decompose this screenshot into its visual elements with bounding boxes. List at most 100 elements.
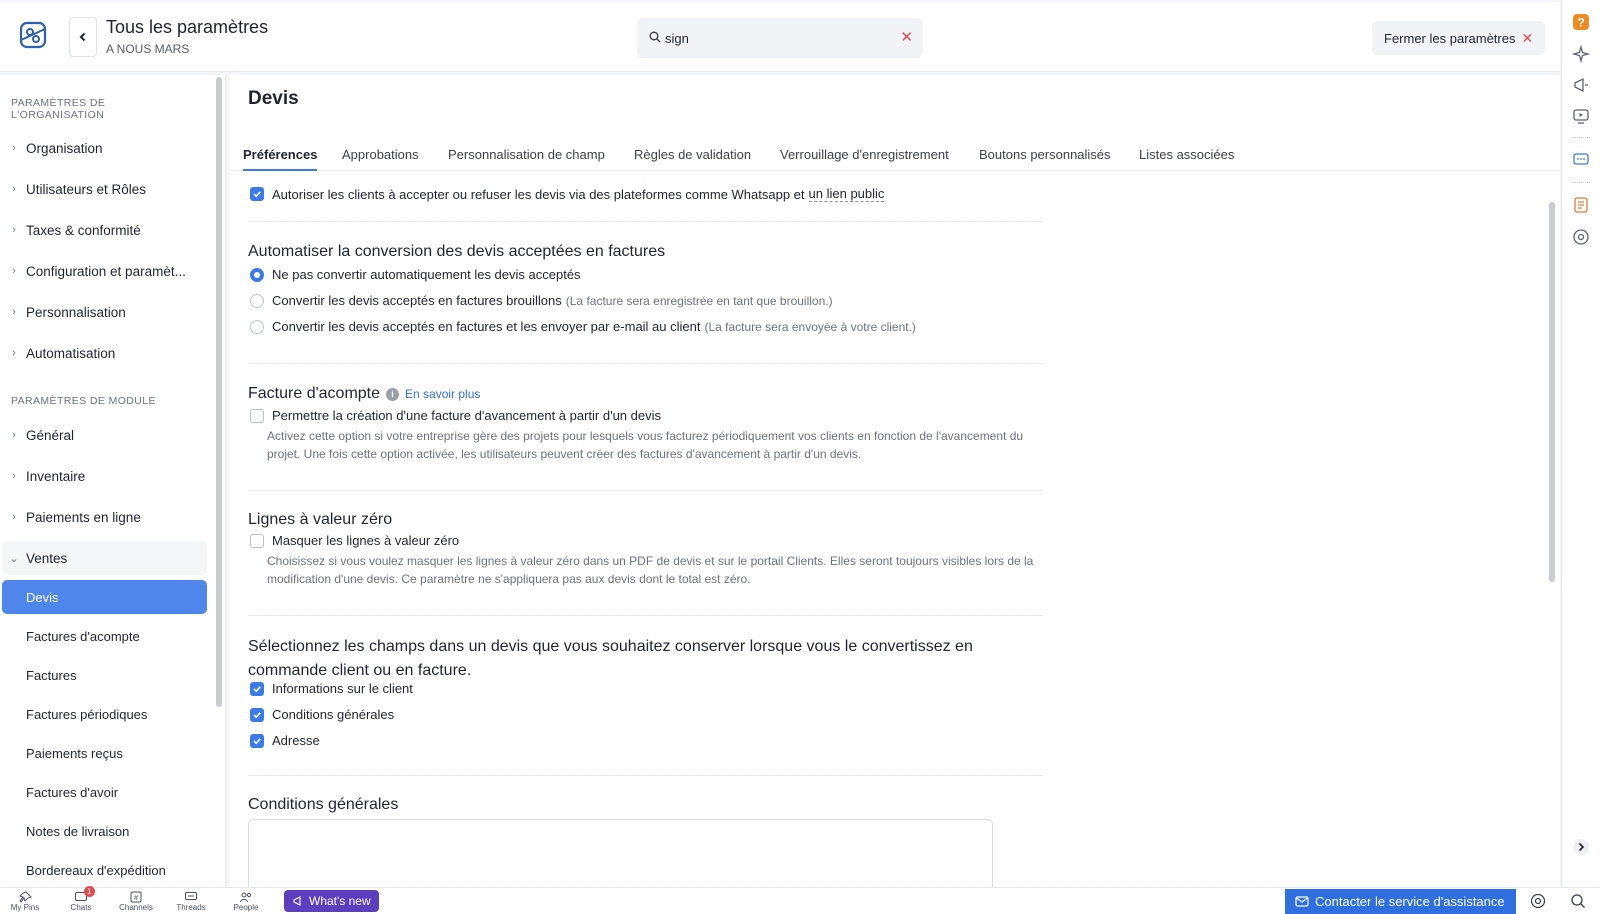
- expand-rail-icon[interactable]: [1572, 838, 1590, 856]
- sidebar-item-organisation[interactable]: › Organisation: [2, 131, 207, 165]
- sidebar-item-general[interactable]: › Général: [2, 418, 207, 452]
- megaphone-icon[interactable]: [1572, 76, 1590, 94]
- checkbox-checked[interactable]: [250, 733, 264, 748]
- info-icon[interactable]: i: [386, 387, 400, 401]
- mention-icon[interactable]: [1530, 893, 1546, 909]
- bottom-item-chats[interactable]: Chats 1: [61, 886, 101, 912]
- video-tutorial-icon[interactable]: [1572, 107, 1590, 125]
- bottom-item-channels[interactable]: # Channels: [116, 891, 156, 912]
- auto-convert-option-none[interactable]: Ne pas convertir automatiquement les dev…: [250, 267, 581, 282]
- main-scrollbar[interactable]: [1549, 202, 1555, 582]
- chevron-right-icon: ›: [12, 224, 16, 236]
- sidebar-item-sales[interactable]: ⌄ Ventes: [2, 541, 207, 575]
- search-icon[interactable]: [1570, 893, 1586, 909]
- sidebar-subitem-payments-received[interactable]: Paiements reçus: [2, 736, 207, 770]
- settings-header: Tous les paramètres A NOUS MARS ✕ Fermer…: [0, 2, 1560, 72]
- terms-textarea[interactable]: [248, 819, 993, 887]
- divider: [248, 775, 1043, 776]
- auto-convert-option-draft[interactable]: Convertir les devis acceptés en factures…: [250, 293, 833, 308]
- bottom-item-my-pins[interactable]: My Pins: [5, 891, 45, 912]
- sidebar-item-label: Organisation: [26, 140, 103, 156]
- tab-approvals[interactable]: Approbations: [342, 139, 419, 171]
- sidebar-subitem-credit-notes[interactable]: Factures d'avoir: [2, 775, 207, 809]
- search-input[interactable]: [665, 28, 885, 48]
- public-link[interactable]: un lien public: [808, 186, 885, 202]
- option-label: Conditions générales: [272, 707, 395, 722]
- radio-unselected[interactable]: [250, 293, 264, 308]
- option-label: Ne pas convertir automatiquement les dev…: [272, 267, 581, 282]
- checkmark-icon: [253, 191, 261, 198]
- clear-search-icon[interactable]: ✕: [900, 30, 913, 45]
- help-icon[interactable]: ?: [1572, 13, 1590, 31]
- back-button[interactable]: [69, 17, 97, 57]
- chevron-right-icon: ›: [12, 470, 16, 482]
- sidebar-item-inventory[interactable]: › Inventaire: [2, 459, 207, 493]
- sidebar-subitem-advance-invoices[interactable]: Factures d'acompte: [2, 619, 207, 653]
- sidebar-subitem-packing-slips[interactable]: Bordereaux d'expédition: [2, 853, 207, 887]
- contact-support-label: Contacter le service d'assistance: [1315, 894, 1505, 909]
- hide-zero-lines-checkbox[interactable]: [250, 533, 264, 548]
- auto-convert-option-send[interactable]: Convertir les devis acceptés en factures…: [250, 319, 916, 334]
- tab-related-lists[interactable]: Listes associées: [1139, 139, 1234, 171]
- bottom-item-threads[interactable]: Threads: [171, 891, 211, 912]
- tab-field-customization[interactable]: Personnalisation de champ: [448, 139, 605, 171]
- allow-clients-option[interactable]: Autoriser les clients à accepter ou refu…: [250, 186, 885, 202]
- page-title: Tous les paramètres: [106, 17, 269, 37]
- sidebar-item-users-roles[interactable]: › Utilisateurs et Rôles: [2, 172, 207, 206]
- sidebar-item-personalisation[interactable]: › Personnalisation: [2, 295, 207, 329]
- sidebar-item-label: Ventes: [26, 550, 68, 566]
- learn-more-link[interactable]: En savoir plus: [405, 387, 480, 401]
- sparkle-icon[interactable]: [1572, 45, 1590, 63]
- sidebar-item-automation[interactable]: › Automatisation: [2, 336, 207, 370]
- retain-field-address[interactable]: Adresse: [250, 733, 320, 748]
- notes-icon[interactable]: [1572, 196, 1590, 214]
- close-settings-button[interactable]: Fermer les paramètres ✕: [1372, 21, 1546, 55]
- integrations-icon[interactable]: [1572, 228, 1590, 246]
- app-logo-icon: [19, 21, 47, 49]
- feedback-chat-icon[interactable]: [1572, 151, 1590, 169]
- bottom-item-people[interactable]: People: [226, 891, 266, 912]
- sidebar-subitem-delivery-notes[interactable]: Notes de livraison: [2, 814, 207, 848]
- bottom-bar: My Pins Chats 1 # Channels Threads Peopl…: [0, 886, 1600, 914]
- whats-new-button[interactable]: What's new: [284, 890, 379, 912]
- sidebar-subitem-invoices[interactable]: Factures: [2, 658, 207, 692]
- bottom-item-label: My Pins: [10, 903, 40, 912]
- unread-badge: 1: [84, 886, 95, 897]
- advance-invoice-title: Facture d'acompte: [248, 385, 381, 402]
- contact-support-button[interactable]: Contacter le service d'assistance: [1285, 889, 1516, 914]
- checkbox-checked[interactable]: [250, 707, 264, 722]
- sidebar-subitem-quotes[interactable]: Devis: [2, 580, 207, 614]
- sidebar-item-configuration[interactable]: › Configuration et paramèt...: [2, 254, 207, 288]
- divider: [248, 221, 1043, 222]
- svg-text:?: ?: [1577, 16, 1584, 30]
- sidebar-item-taxes[interactable]: › Taxes & conformité: [2, 213, 207, 247]
- title-line: commande client ou en facture.: [248, 662, 472, 679]
- close-icon: ✕: [1521, 29, 1534, 46]
- tab-record-locking[interactable]: Verrouillage d'enregistrement: [780, 139, 949, 171]
- bottom-item-label: Chats: [70, 903, 92, 912]
- advance-invoice-option[interactable]: Permettre la création d'une facture d'av…: [250, 408, 661, 423]
- sidebar-item-label: Automatisation: [26, 345, 116, 361]
- chevron-right-icon: ›: [12, 347, 16, 359]
- sidebar-subitem-recurring-invoices[interactable]: Factures périodiques: [2, 697, 207, 731]
- retain-field-customer-info[interactable]: Informations sur le client: [250, 681, 413, 696]
- checkmark-icon: [253, 685, 261, 692]
- chevron-down-icon: ⌄: [9, 552, 19, 565]
- sidebar-scrollbar[interactable]: [216, 77, 222, 707]
- rail-divider: [1572, 182, 1590, 183]
- advance-invoice-checkbox[interactable]: [250, 408, 264, 423]
- sidebar-item-online-payments[interactable]: › Paiements en ligne: [2, 500, 207, 534]
- radio-unselected[interactable]: [250, 319, 264, 334]
- retain-field-terms[interactable]: Conditions générales: [250, 707, 394, 722]
- tab-custom-buttons[interactable]: Boutons personnalisés: [979, 139, 1111, 171]
- radio-selected[interactable]: [250, 267, 264, 282]
- tab-preferences[interactable]: Préférences: [243, 139, 318, 171]
- checkbox-checked[interactable]: [250, 681, 264, 696]
- zero-lines-option[interactable]: Masquer les lignes à valeur zéro: [250, 533, 459, 548]
- channels-icon: #: [130, 891, 142, 903]
- sidebar-item-label: Inventaire: [26, 468, 86, 484]
- tab-validation-rules[interactable]: Règles de validation: [634, 139, 751, 171]
- search-icon: [649, 31, 661, 43]
- auto-convert-title: Automatiser la conversion des devis acce…: [248, 243, 666, 260]
- allow-clients-checkbox[interactable]: [250, 187, 264, 201]
